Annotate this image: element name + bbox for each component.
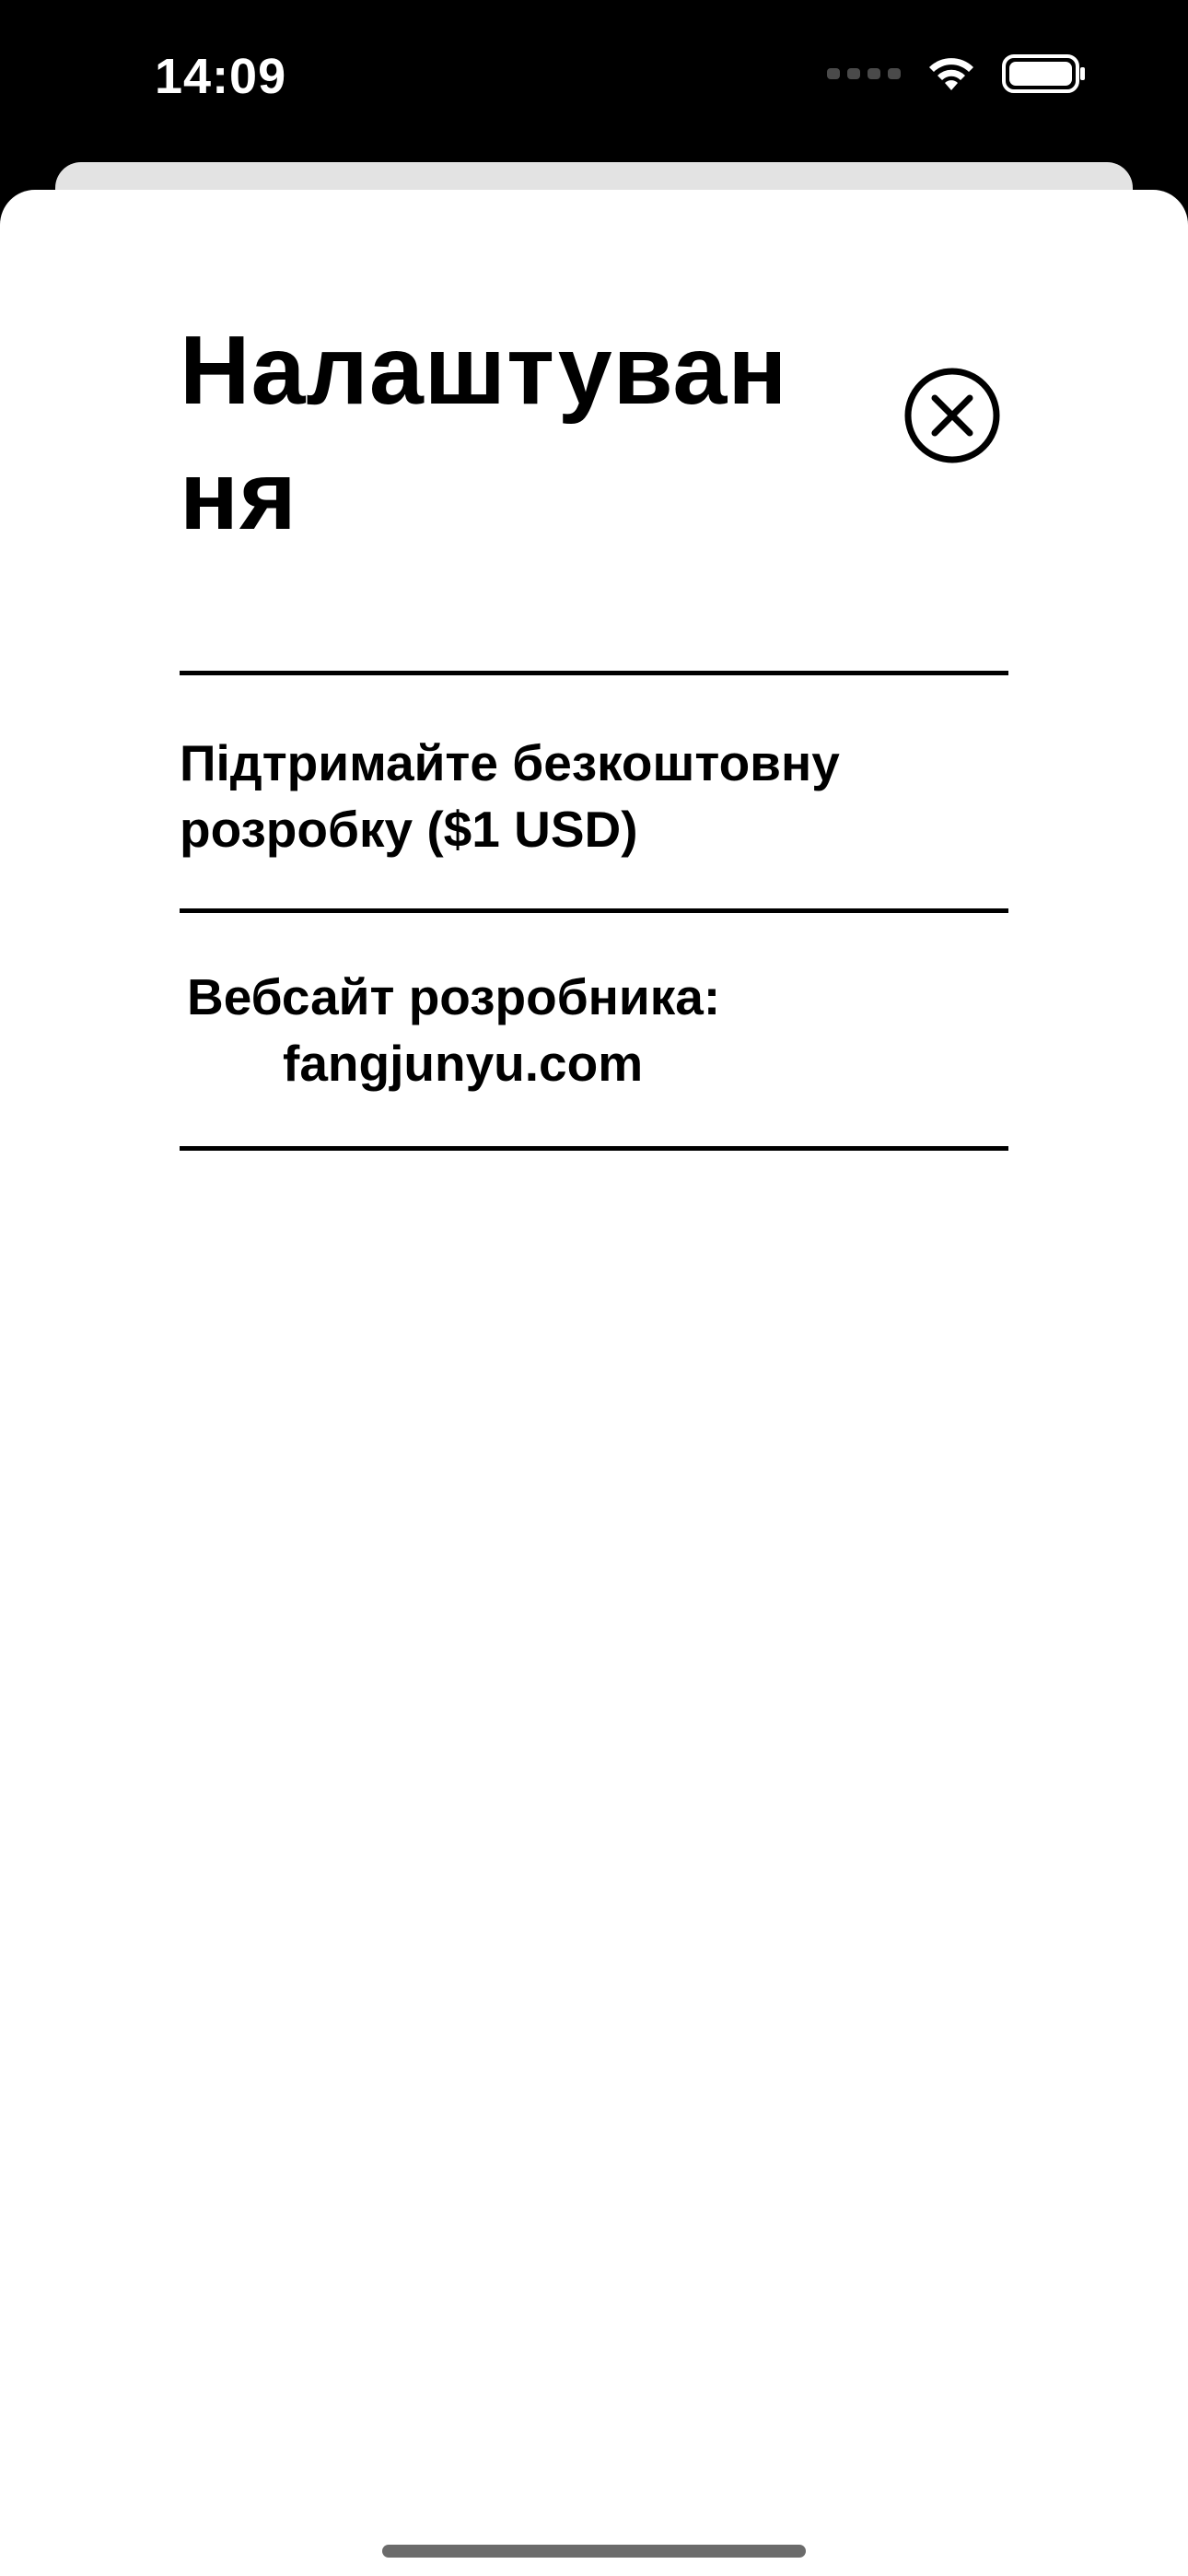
developer-website-link[interactable]: Вебсайт розробника: fangjunyu.com: [180, 964, 1008, 1096]
battery-icon: [1002, 54, 1085, 93]
status-time: 14:09: [155, 49, 287, 104]
status-bar: 14:09: [0, 0, 1188, 162]
screen: 14:09 Налаштування Підтримайте безкоштов…: [0, 0, 1188, 2576]
donate-label: Підтримайте безкоштовну розробку ($1 USD…: [180, 734, 840, 858]
cellular-signal-icon: [827, 68, 901, 79]
page-title: Налаштування: [180, 316, 788, 550]
website-label: Вебсайт розробника:: [187, 968, 721, 1025]
wifi-icon: [929, 58, 973, 90]
divider-top: [180, 671, 1008, 675]
home-indicator[interactable]: [382, 2545, 806, 2558]
donate-button[interactable]: Підтримайте безкоштовну розробку ($1 USD…: [180, 730, 1008, 862]
website-url[interactable]: fangjunyu.com: [180, 1030, 1008, 1096]
sheet-header: Налаштування: [180, 308, 1008, 558]
status-icons: [827, 53, 1087, 94]
settings-sheet: Налаштування Підтримайте безкоштовну роз…: [0, 190, 1188, 2576]
close-icon[interactable]: [903, 366, 1002, 465]
divider-bottom: [180, 1146, 1008, 1151]
divider-middle: [180, 908, 1008, 913]
